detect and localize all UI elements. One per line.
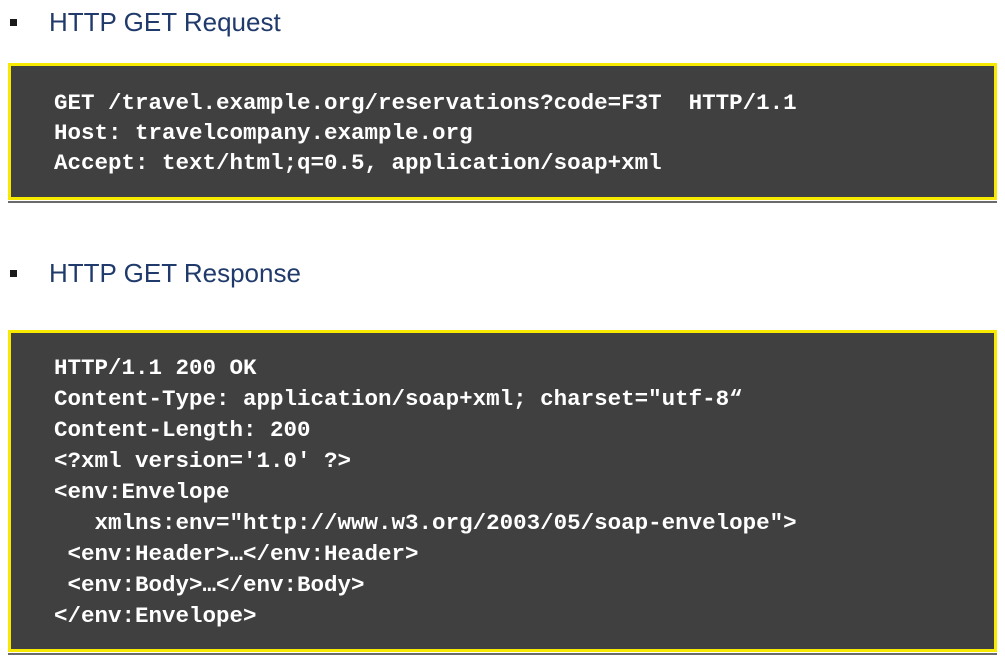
response-line: Content-Type: application/soap+xml; char… xyxy=(54,386,743,412)
response-line: <env:Envelope xyxy=(54,479,230,505)
bullet-square-icon xyxy=(10,269,17,277)
response-code-block: HTTP/1.1 200 OK Content-Type: applicatio… xyxy=(8,330,997,655)
response-line: <?xml version='1.0' ?> xyxy=(54,448,352,474)
request-code-block: GET /travel.example.org/reservations?cod… xyxy=(8,63,997,203)
response-line: Content-Length: 200 xyxy=(54,417,311,443)
request-line: Accept: text/html;q=0.5, application/soa… xyxy=(54,150,662,176)
request-line: GET /travel.example.org/reservations?cod… xyxy=(54,90,797,116)
response-line: <env:Header>…</env:Header> xyxy=(54,541,419,567)
bullet-square-icon xyxy=(10,18,17,26)
response-line: </env:Envelope> xyxy=(54,603,257,629)
request-line: Host: travelcompany.example.org xyxy=(54,120,473,146)
response-line: <env:Body>…</env:Body> xyxy=(54,572,365,598)
response-line: HTTP/1.1 200 OK xyxy=(54,355,257,381)
response-heading: HTTP GET Response xyxy=(49,258,301,288)
request-heading: HTTP GET Request xyxy=(49,7,281,37)
response-line: xmlns:env="http://www.w3.org/2003/05/soa… xyxy=(54,510,797,536)
